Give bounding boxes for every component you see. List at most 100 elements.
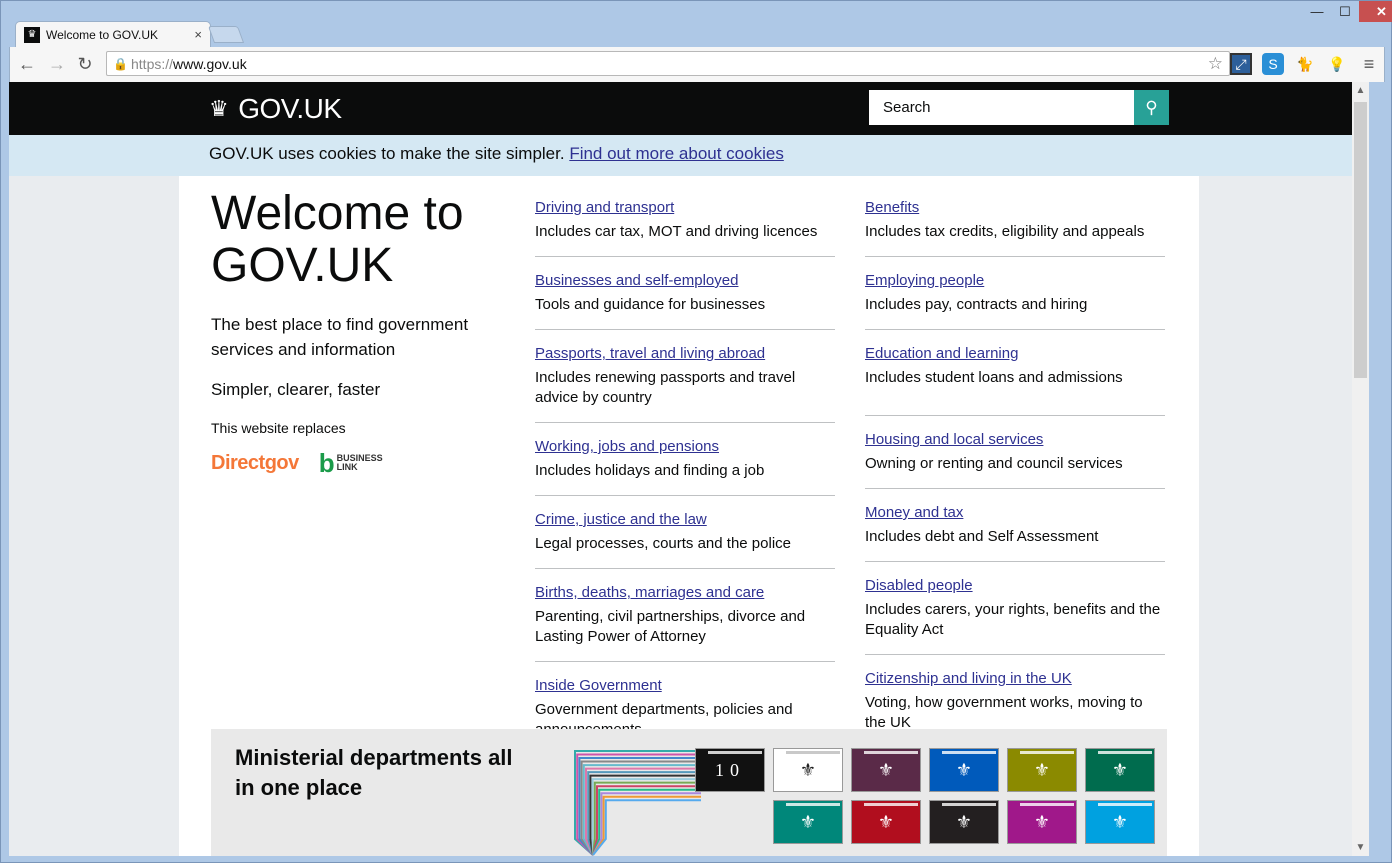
topic-link[interactable]: Money and tax [865,503,1165,523]
cat-extension-icon[interactable]: 🐈 [1294,53,1316,75]
royal-crest-icon: ⚜ [1033,759,1051,780]
cookie-text: GOV.UK uses cookies to make the site sim… [209,144,570,163]
topic-item: Employing people Includes pay, contracts … [865,271,1165,330]
tagline: Simpler, clearer, faster [211,380,381,399]
topic-item: Driving and transport Includes car tax, M… [535,198,835,257]
maximize-button[interactable]: ☐ [1331,1,1359,22]
browser-toolbar: ← → ↻ 🔒 https:// www.gov.uk ☆ ⤢ S 🐈 💡 ≡ [9,47,1385,82]
topic-desc: Includes tax credits, eligibility and ap… [865,223,1145,240]
royal-crest-icon: ⚜ [877,759,895,780]
topic-link[interactable]: Births, deaths, marriages and care [535,583,835,603]
topic-desc: Includes renewing passports and travel a… [535,369,796,406]
department-tile[interactable]: ⚜ [773,748,843,792]
business-link-icon: b [318,448,335,478]
department-tile[interactable]: ⚜ [1007,800,1077,844]
back-icon[interactable]: ← [16,53,38,75]
vertical-scrollbar[interactable]: ▲ ▼ [1352,82,1369,856]
tab-close-icon[interactable]: × [194,27,202,42]
topic-link[interactable]: Working, jobs and pensions [535,437,835,457]
topic-link[interactable]: Employing people [865,271,1165,291]
lightbulb-extension-icon[interactable]: 💡 [1326,53,1348,75]
scrollbar-thumb[interactable] [1354,102,1367,378]
replaced-brands: Directgov b BUSINESS LINK [211,450,501,476]
topic-desc: Includes holidays and finding a job [535,462,765,479]
topic-link[interactable]: Education and learning [865,344,1165,364]
royal-crest-icon: ⚜ [877,811,895,832]
department-tile[interactable]: ⚜ [929,748,999,792]
resize-extension-icon[interactable]: ⤢ [1230,53,1252,75]
department-tile[interactable]: ⚜ [1085,800,1155,844]
page-title: Welcome to GOV.UK [211,187,464,292]
topic-link[interactable]: Driving and transport [535,198,835,218]
topic-desc: Includes pay, contracts and hiring [865,296,1088,313]
url-scheme: https:// [131,55,174,72]
topic-item: Housing and local services Owning or rent… [865,430,1165,489]
minimize-button[interactable]: — [1303,1,1331,22]
forward-icon[interactable]: → [46,53,68,75]
browser-tab[interactable]: ♛ Welcome to GOV.UK × [15,21,211,47]
topics-column-right: Benefits Includes tax credits, eligibilit… [865,198,1165,761]
browser-window: — ☐ ✕ ♛ Welcome to GOV.UK × ← → ↻ 🔒 http… [0,0,1392,863]
lock-warning-icon: 🔒 [113,56,128,71]
number10-label: 10 [715,759,745,780]
topic-desc: Legal processes, courts and the police [535,535,791,552]
topic-desc: Includes carers, your rights, benefits a… [865,601,1161,638]
new-tab-button[interactable] [207,26,245,43]
stripe [592,792,701,856]
topic-desc: Parenting, civil partnerships, divorce a… [535,608,806,645]
topic-link[interactable]: Disabled people [865,576,1165,596]
stripe [589,774,701,856]
address-bar[interactable]: 🔒 https:// www.gov.uk ☆ [106,51,1230,76]
directgov-logo: Directgov [211,451,299,474]
lead-text: The best place to find government servic… [211,315,469,359]
topic-item: Births, deaths, marriages and care Parent… [535,583,835,662]
topic-link[interactable]: Housing and local services [865,430,1165,450]
topic-desc: Includes car tax, MOT and driving licenc… [535,223,818,240]
topic-link[interactable]: Crime, justice and the law [535,510,835,530]
menu-icon[interactable]: ≡ [1358,53,1380,75]
stripes [574,750,701,856]
scroll-down-icon[interactable]: ▼ [1352,839,1369,856]
topic-item: Disabled people Includes carers, your rig… [865,576,1165,655]
department-tile[interactable]: ⚜ [1085,748,1155,792]
govuk-logo[interactable]: ♛ GOV.UK [209,93,342,125]
logo-text: GOV.UK [238,93,342,124]
department-tile[interactable]: ⚜ [851,800,921,844]
seo-extension-icon[interactable]: S [1262,53,1284,75]
ministerial-departments-promo[interactable]: Ministerial departments all in one place… [211,729,1167,856]
search-button[interactable]: ⚲ [1134,90,1169,125]
url-host: www.gov.uk [173,55,247,72]
topic-item: Crime, justice and the law Legal processe… [535,510,835,569]
department-tile[interactable]: ⚜ [1007,748,1077,792]
topic-link[interactable]: Businesses and self-employed [535,271,835,291]
bookmark-star-icon[interactable]: ☆ [1208,54,1223,74]
topic-desc: Includes debt and Self Assessment [865,528,1099,545]
close-window-button[interactable]: ✕ [1359,1,1392,22]
department-tile[interactable]: ⚜ [773,800,843,844]
topic-link[interactable]: Benefits [865,198,1165,218]
topics-column-left: Driving and transport Includes car tax, M… [535,198,835,768]
crown-favicon-icon: ♛ [24,26,40,43]
topic-desc: Tools and guidance for businesses [535,296,766,313]
topic-link[interactable]: Inside Government [535,676,835,696]
department-tile[interactable]: ⚜ [929,800,999,844]
topic-desc: Includes student loans and admissions [865,369,1123,386]
page-viewport: ♛ GOV.UK ⚲ GOV.UK uses cookies to make t… [9,82,1369,856]
topic-item: Businesses and self-employed Tools and gu… [535,271,835,330]
stripes-graphic [574,750,701,856]
business-link-line2: LINK [336,462,358,472]
department-tile[interactable]: ⚜ [851,748,921,792]
search-input[interactable] [869,90,1134,125]
stripe [592,799,701,856]
number10-tile[interactable]: 10 [695,748,765,792]
scroll-up-icon[interactable]: ▲ [1352,82,1369,99]
site-header: ♛ GOV.UK ⚲ [9,82,1369,135]
royal-crest-icon: ⚜ [1033,811,1051,832]
business-link-logo: b BUSINESS LINK [319,450,383,476]
topic-link[interactable]: Citizenship and living in the UK [865,669,1165,689]
reload-icon[interactable]: ↻ [74,53,96,75]
topic-item: Passports, travel and living abroad Inclu… [535,344,835,423]
topic-link[interactable]: Passports, travel and living abroad [535,344,835,364]
crown-icon: ♛ [209,96,229,121]
cookie-info-link[interactable]: Find out more about cookies [569,144,784,163]
